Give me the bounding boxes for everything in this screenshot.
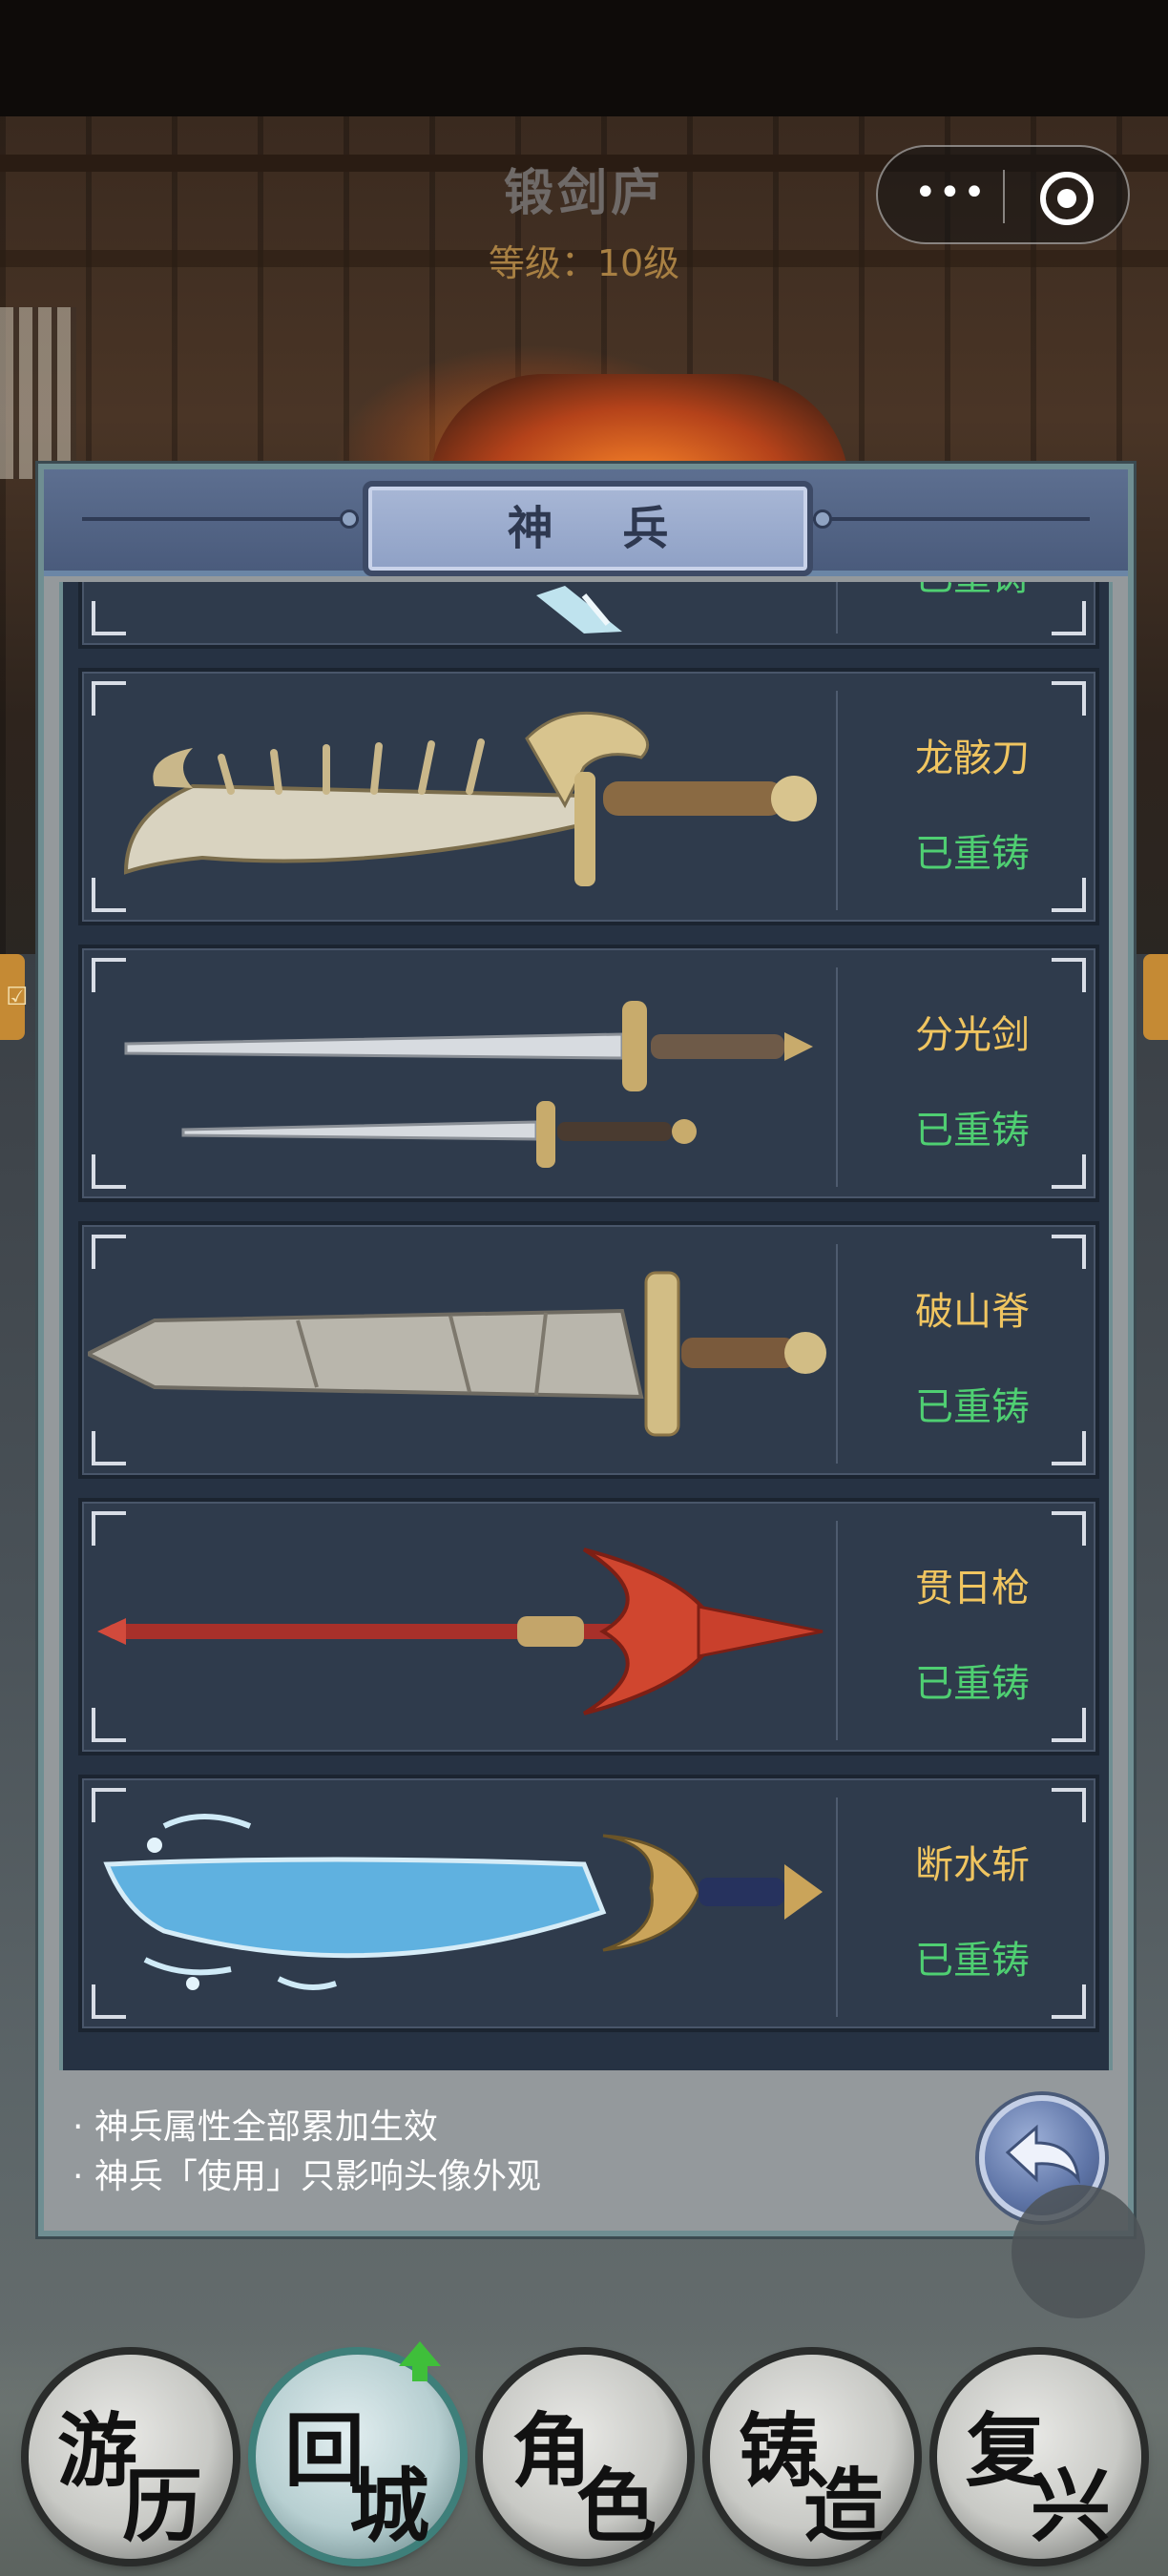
capsule-divider	[1003, 170, 1005, 223]
weapon-row[interactable]: 龙骸刀 已重铸	[78, 668, 1099, 925]
weapon-status: 已重铸	[915, 1109, 1030, 1153]
header-knob-left	[340, 509, 359, 529]
weapon-row[interactable]: 分光剑 已重铸	[78, 945, 1099, 1202]
header-knob-right	[813, 509, 832, 529]
nav-char: 城	[349, 2459, 430, 2553]
weapon-name: 分光剑	[915, 1013, 1030, 1057]
dragon-bone-blade-icon	[123, 711, 817, 886]
nav-travel-button[interactable]: 游 历	[29, 2355, 233, 2559]
weapon-name: 龙骸刀	[915, 737, 1030, 780]
water-blade-icon	[103, 1814, 823, 1990]
header-rule-right	[813, 517, 1090, 521]
row-divider	[836, 967, 838, 1187]
nav-char: 色	[576, 2459, 657, 2553]
frame-corner	[1052, 601, 1086, 635]
stone-greatsword-icon	[88, 1271, 826, 1437]
weapon-name: 破山脊	[915, 1290, 1030, 1334]
weapon-row[interactable]: 已重铸	[78, 582, 1099, 649]
frame-corner	[1052, 1154, 1086, 1189]
frame-corner	[1052, 1708, 1086, 1742]
weapon-status: 已重铸	[915, 1385, 1030, 1429]
row-divider	[836, 1797, 838, 2017]
nav-character-button[interactable]: 角 色	[483, 2355, 687, 2559]
frame-corner	[1052, 681, 1086, 716]
miniprogram-capsule: •••	[876, 145, 1130, 244]
nav-char: 造	[803, 2459, 885, 2553]
notes: · 神兵属性全部累加生效 · 神兵「使用」只影响头像外观	[73, 2103, 541, 2202]
side-tab-right[interactable]	[1143, 954, 1168, 1040]
weapon-row[interactable]: 断水斩 已重铸	[78, 1775, 1099, 2032]
nav-return-city-button[interactable]: 回 城	[256, 2341, 460, 2559]
weapon-status: 已重铸	[915, 1662, 1030, 1706]
header-rule-left	[82, 517, 359, 521]
weapon-row[interactable]: 贯日枪 已重铸	[78, 1498, 1099, 1755]
up-arrow-icon	[399, 2341, 441, 2381]
weapon-status: 已重铸	[845, 582, 1099, 601]
twin-swords-icon	[124, 1001, 813, 1168]
nav-forge-button[interactable]: 铸 造	[710, 2355, 914, 2559]
panel-title: 神 兵	[507, 502, 696, 555]
weapon-list[interactable]: 已重铸 龙骸刀 已重铸	[59, 582, 1113, 2070]
row-divider	[836, 691, 838, 910]
status-bar	[0, 0, 1168, 116]
frame-corner	[1052, 878, 1086, 912]
weapon-name: 贯日枪	[915, 1567, 1030, 1610]
nav-char: 历	[122, 2459, 203, 2553]
weapon-status: 已重铸	[915, 832, 1030, 876]
nav-revival-button[interactable]: 复 兴	[937, 2355, 1141, 2559]
row-divider	[836, 582, 838, 634]
weapon-status: 已重铸	[915, 1939, 1030, 1983]
frame-corner	[1052, 1984, 1086, 2019]
red-spear-icon	[97, 1548, 824, 1715]
weapon-row[interactable]: 破山脊 已重铸	[78, 1221, 1099, 1479]
frame-corner	[1052, 1235, 1086, 1269]
nav-char: 兴	[1031, 2459, 1112, 2553]
weapon-name: 断水斩	[915, 1843, 1030, 1887]
background-back-button	[1012, 2185, 1145, 2318]
frame-corner	[1052, 958, 1086, 992]
frame-corner	[1052, 1511, 1086, 1546]
note-line: · 神兵属性全部累加生效	[73, 2108, 438, 2147]
panel-title-plaque: 神 兵	[363, 481, 813, 576]
more-dots-icon[interactable]: •••	[914, 174, 986, 218]
frame-corner	[1052, 1788, 1086, 1822]
forge-window	[0, 307, 76, 479]
note-line: · 神兵「使用」只影响头像外观	[73, 2157, 541, 2196]
row-divider	[836, 1521, 838, 1740]
divine-weapon-panel: 神 兵 已重铸	[38, 464, 1134, 2236]
target-circle-icon[interactable]	[1040, 172, 1094, 225]
panel-header: 神 兵	[44, 469, 1128, 576]
frame-corner	[1052, 1431, 1086, 1465]
row-divider	[836, 1244, 838, 1464]
check-icon: ☑	[6, 983, 29, 1011]
partial-weapon-icon	[536, 586, 622, 634]
